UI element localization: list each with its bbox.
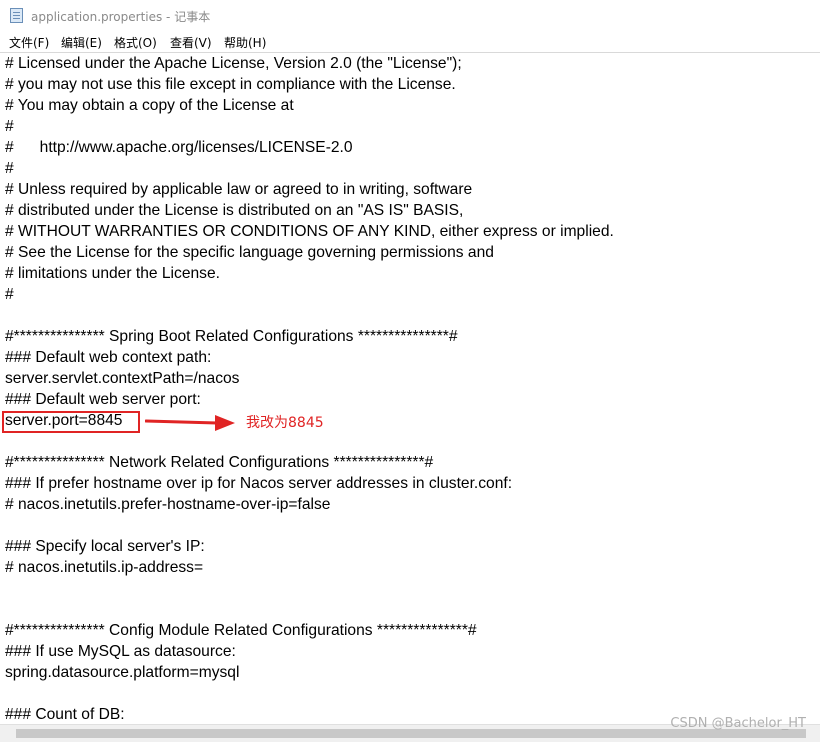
menu-bar: 文件(F) 编辑(E) 格式(O) 查看(V) 帮助(H)	[0, 32, 820, 52]
title-bar: application.properties - 记事本	[0, 0, 820, 32]
menu-format[interactable]: 格式(O)	[114, 34, 157, 51]
notepad-icon	[10, 8, 23, 23]
editor-line: #	[5, 118, 14, 135]
editor-line: ### If prefer hostname over ip for Nacos…	[5, 475, 513, 492]
annotation-note: 我改为8845	[246, 415, 324, 431]
editor-line: #*************** Config Module Related C…	[5, 622, 477, 639]
editor-line: server.servlet.contextPath=/nacos	[5, 370, 240, 387]
editor-line: # distributed under the License is distr…	[5, 202, 464, 219]
menu-view[interactable]: 查看(V)	[170, 34, 212, 51]
editor-line: #*************** Network Related Configu…	[5, 454, 434, 471]
editor-line: # See the License for the specific langu…	[5, 244, 494, 261]
editor-line: # http://www.apache.org/licenses/LICENSE…	[5, 139, 353, 156]
editor-line: # nacos.inetutils.ip-address=	[5, 559, 204, 576]
highlight-box	[2, 411, 140, 433]
editor-line: #	[5, 160, 14, 177]
text-editor[interactable]: # Licensed under the Apache License, Ver…	[0, 52, 820, 724]
editor-line: # Licensed under the Apache License, Ver…	[5, 55, 462, 72]
window-title: application.properties - 记事本	[31, 10, 211, 24]
editor-line: # you may not use this file except in co…	[5, 76, 456, 93]
editor-line: # WITHOUT WARRANTIES OR CONDITIONS OF AN…	[5, 223, 614, 240]
editor-line: # nacos.inetutils.prefer-hostname-over-i…	[5, 496, 331, 513]
watermark: CSDN @Bachelor_HT	[670, 716, 806, 731]
editor-line: #*************** Spring Boot Related Con…	[5, 328, 458, 345]
menu-edit[interactable]: 编辑(E)	[61, 34, 102, 51]
editor-line: ### If use MySQL as datasource:	[5, 643, 236, 660]
editor-line: ### Count of DB:	[5, 706, 125, 723]
editor-line: # limitations under the License.	[5, 265, 220, 282]
editor-line: ### Default web context path:	[5, 349, 212, 366]
editor-line: # Unless required by applicable law or a…	[5, 181, 473, 198]
arrow-right-icon	[145, 415, 235, 431]
editor-line: # You may obtain a copy of the License a…	[5, 97, 294, 114]
menu-help[interactable]: 帮助(H)	[224, 34, 266, 51]
menu-file[interactable]: 文件(F)	[9, 34, 49, 51]
editor-line: spring.datasource.platform=mysql	[5, 664, 240, 681]
editor-line: #	[5, 286, 14, 303]
editor-line: ### Specify local server's IP:	[5, 538, 205, 555]
editor-line: ### Default web server port:	[5, 391, 201, 408]
